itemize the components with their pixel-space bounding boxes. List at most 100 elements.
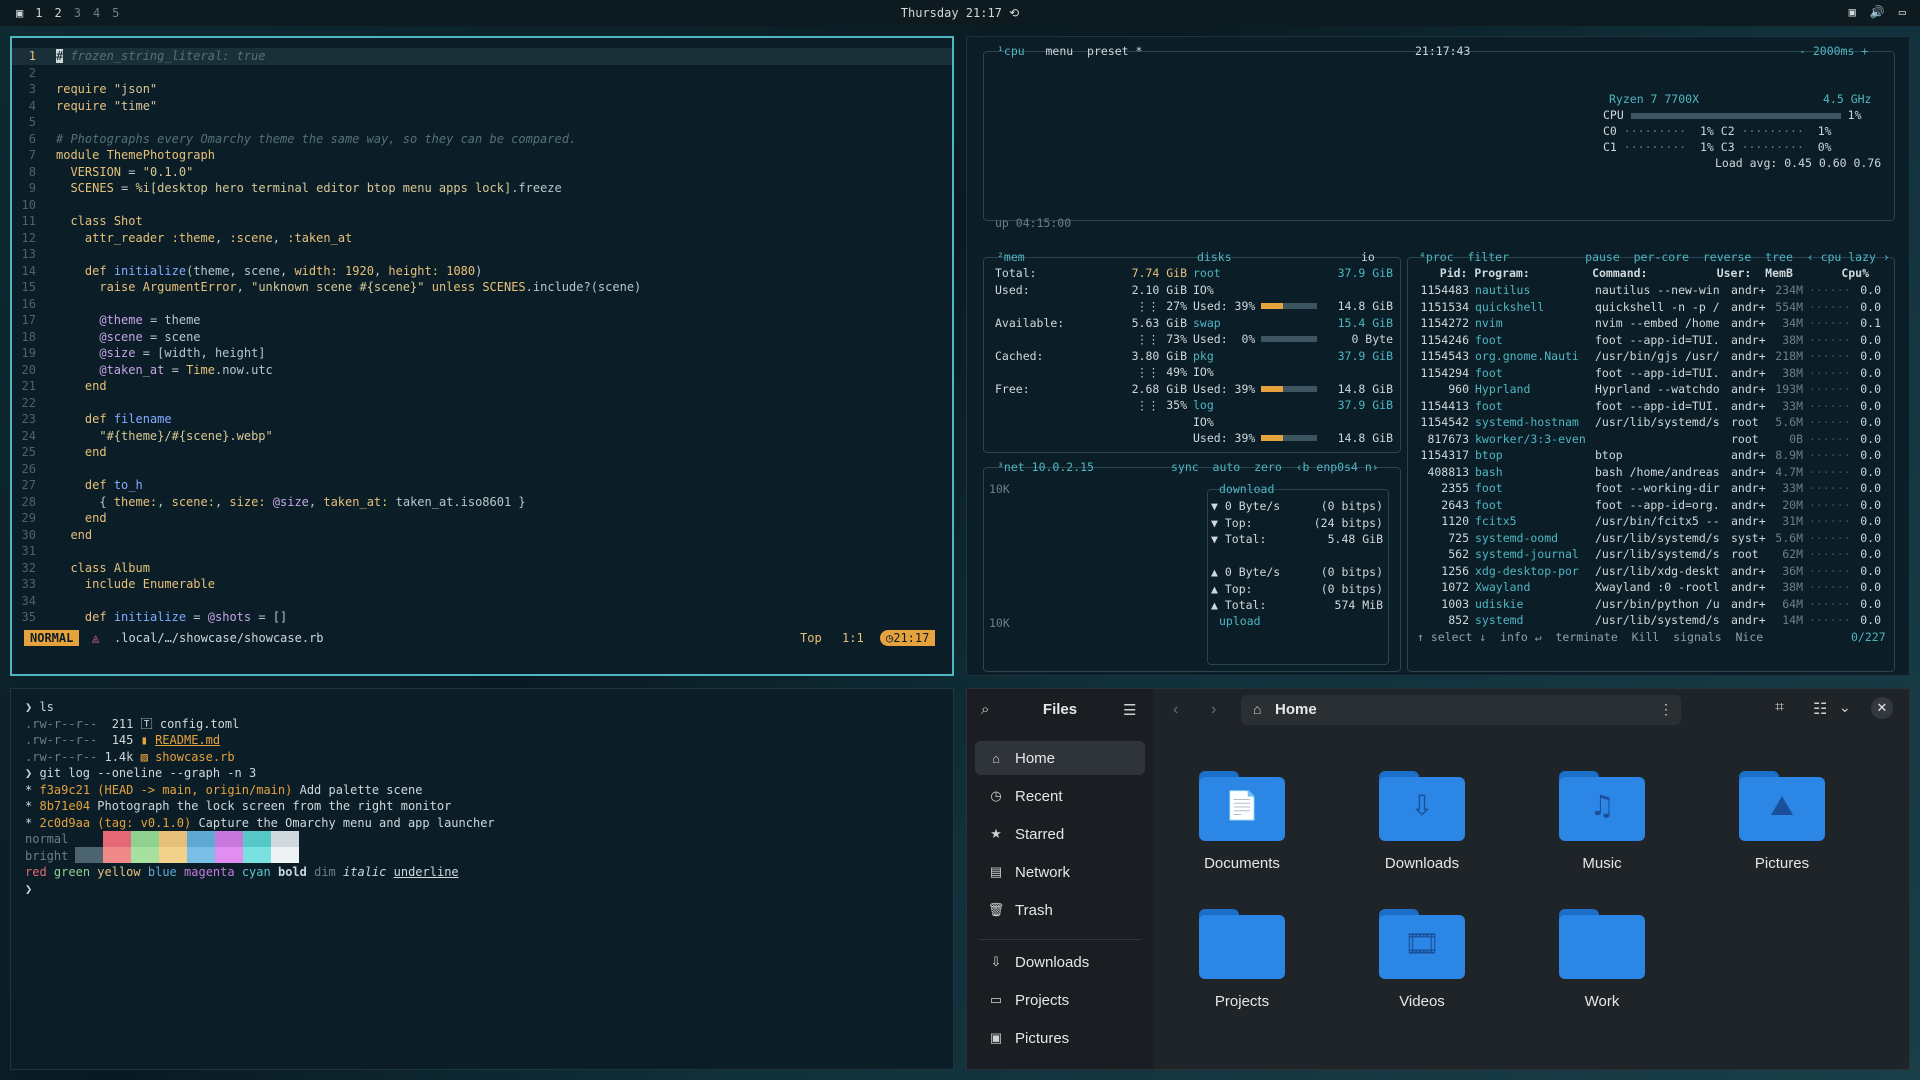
code-line[interactable]: 21 end — [12, 378, 952, 395]
code-line[interactable]: 25 end — [12, 444, 952, 461]
code-line[interactable]: 27 def to_h — [12, 477, 952, 494]
table-row[interactable]: 1154542 systemd-hostnam/usr/lib/systemd/s… — [1413, 414, 1893, 430]
more-icon[interactable]: ⋮ — [1659, 701, 1673, 718]
clock[interactable]: Thursday 21:17 ⟲ — [0, 6, 1920, 20]
table-row[interactable]: 960 Hyprland Hyprland --watchdo andr+ 193M ··… — [1413, 381, 1893, 397]
code-line[interactable]: 7 module ThemePhotograph — [12, 147, 952, 164]
io-toggle[interactable]: io — [1361, 249, 1375, 266]
folder-work[interactable]: Work — [1537, 909, 1667, 1010]
folder-downloads[interactable]: ⇩ Downloads — [1357, 771, 1487, 872]
folder-pictures[interactable]: ⛰ Pictures — [1717, 771, 1847, 872]
table-row[interactable]: 1154483 nautilus nautilus --new-win andr+ 23… — [1413, 282, 1893, 298]
code-line[interactable]: 10 — [12, 197, 952, 214]
code-line[interactable]: 12 attr_reader :theme, :scene, :taken_at — [12, 230, 952, 247]
volume-icon[interactable]: 🔊 — [1870, 5, 1885, 19]
table-row[interactable]: 1154413 foot foot --app-id=TUI. andr+ 33M ···… — [1413, 398, 1893, 414]
code-line[interactable]: 26 — [12, 461, 952, 478]
table-row[interactable]: 1003 udiskie/usr/bin/python /u andr+ 64M ···… — [1413, 596, 1893, 612]
table-row[interactable]: 562 systemd-journal/usr/lib/systemd/s root… — [1413, 546, 1893, 562]
table-cell: foot --app-id=TUI. — [1595, 398, 1720, 413]
code-line[interactable]: 35 def initialize = @shots = [] — [12, 609, 952, 626]
code-line[interactable]: 8 VERSION = "0.1.0" — [12, 164, 952, 181]
code-line[interactable]: 23 def filename — [12, 411, 952, 428]
code-line[interactable]: 30 end — [12, 527, 952, 544]
folder-documents[interactable]: 📄 Documents — [1177, 771, 1307, 872]
table-row[interactable]: 1154317 btop btop andr+ 8.9M ········ 0.0 — [1413, 447, 1893, 463]
table-row[interactable]: 852 systemd/usr/lib/systemd/s andr+ 14M ····… — [1413, 612, 1893, 628]
code-line[interactable]: 31 — [12, 543, 952, 560]
table-row[interactable]: 1154543 org.gnome.Nauti/usr/bin/gjs /usr/… — [1413, 348, 1893, 364]
close-icon[interactable]: ✕ — [1871, 697, 1893, 719]
table-row[interactable]: 1072 Xwayland Xwayland :0 -rootl andr+ 38M ··… — [1413, 579, 1893, 595]
sidebar-item-pictures[interactable]: ▣ Pictures — [975, 1021, 1145, 1055]
code-line[interactable]: 17 @theme = theme — [12, 312, 952, 329]
proc-header[interactable]: ⁴proc filter pause per-core reverse tree… — [1419, 249, 1890, 266]
code-line[interactable]: 18 @scene = scene — [12, 329, 952, 346]
sidebar-item-starred[interactable]: ★ Starred — [975, 817, 1145, 851]
code-line[interactable]: 33 include Enumerable — [12, 576, 952, 593]
camera-icon[interactable]: ⌗ — [1775, 699, 1784, 717]
code-line[interactable]: 28 { theme:, scene:, size: @size, taken_… — [12, 494, 952, 511]
display-icon[interactable]: ▭ — [1899, 5, 1906, 19]
table-row[interactable]: 408813 bash bash /home/andreas andr+ 4.7M ···… — [1413, 464, 1893, 480]
code-line[interactable]: 32 class Album — [12, 560, 952, 577]
table-cell: andr+ — [1731, 464, 1766, 479]
table-row[interactable]: 725 systemd-oomd/usr/lib/systemd/s syst+ 5.… — [1413, 530, 1893, 546]
code-line[interactable]: 5 — [12, 114, 952, 131]
code-line[interactable]: 14 def initialize(theme, scene, width: 1… — [12, 263, 952, 280]
code-line[interactable]: 11 class Shot — [12, 213, 952, 230]
forward-button[interactable]: › — [1211, 701, 1216, 719]
code-line[interactable]: 3 require "json" — [12, 81, 952, 98]
table-row[interactable]: 817673 kworker/3:3-even root 0B ········ 0.0 — [1413, 431, 1893, 447]
code-line[interactable]: 2 — [12, 65, 952, 82]
btop-window[interactable]: ¹cpu menu preset * 21:17:43 - 2000ms + R… — [966, 36, 1910, 676]
list-view-icon[interactable]: ☷ — [1813, 699, 1827, 719]
folder-music[interactable]: ♫ Music — [1537, 771, 1667, 872]
table-row[interactable]: 1154294 foot foot --app-id=TUI. andr+ 38M ···… — [1413, 365, 1893, 381]
code-line[interactable]: 6 # Photographs every Omarchy theme the s… — [12, 131, 952, 148]
update-interval[interactable]: - 2000ms + — [1799, 43, 1868, 60]
location-text: Home — [1275, 701, 1317, 718]
folder-projects[interactable]: Projects — [1177, 909, 1307, 1010]
code-line[interactable]: 19 @size = [width, height] — [12, 345, 952, 362]
back-button[interactable]: ‹ — [1173, 701, 1178, 719]
code-line[interactable]: 24 "#{theme}/#{scene}.webp" — [12, 428, 952, 445]
table-row[interactable]: 2643 foot foot --app-id=org. andr+ 20M ······… — [1413, 497, 1893, 513]
sidebar-item-home[interactable]: ⌂ Home — [975, 741, 1145, 775]
files-window[interactable]: ⌕ Files ☰ ⌂ Home ◷ Recent ★ Starred ▤ Network 🗑 T… — [966, 688, 1910, 1070]
code-line[interactable]: 29 end — [12, 510, 952, 527]
code-line[interactable]: 20 @taken_at = Time.now.utc — [12, 362, 952, 379]
code-line[interactable]: 13 — [12, 246, 952, 263]
table-row[interactable]: 1154246 foot foot --app-id=TUI. andr+ 38M ···… — [1413, 332, 1893, 348]
menu-icon[interactable]: ☰ — [1123, 701, 1136, 719]
code-line[interactable]: 1 # frozen_string_literal: true — [12, 48, 952, 65]
table-row[interactable]: 1120 fcitx5/usr/bin/fcitx5 -- andr+ 31M ····… — [1413, 513, 1893, 529]
code-line[interactable]: 16 — [12, 296, 952, 313]
proc-footer[interactable]: ↑ select ↓ info ↵ terminate Kill signals… — [1417, 629, 1763, 646]
sidebar-item-projects[interactable]: ▭ Projects — [975, 983, 1145, 1017]
table-row[interactable]: 2355 foot foot --working-dir andr+ 33M ······… — [1413, 480, 1893, 496]
code-line[interactable]: 4 require "time" — [12, 98, 952, 115]
terminal-window[interactable]: ❯ ls .rw-r--r-- 211 🅃 config.toml .rw-r--r… — [10, 688, 954, 1070]
code-line[interactable]: 34 — [12, 593, 952, 610]
net-options[interactable]: sync auto zero ‹b enp0s4 n› — [1171, 459, 1379, 476]
chevron-down-icon[interactable]: ⌄ — [1839, 699, 1851, 716]
table-cell: 1256 — [1441, 563, 1469, 578]
sidebar-item-recent[interactable]: ◷ Recent — [975, 779, 1145, 813]
folder-videos[interactable]: 🎞 Videos — [1357, 909, 1487, 1010]
line-number: 10 — [21, 197, 36, 212]
table-row[interactable]: 1154272 nvim nvim --embed /home andr+ 34M ···… — [1413, 315, 1893, 331]
sidebar-item-network[interactable]: ▤ Network — [975, 855, 1145, 889]
nvim-window[interactable]: 1 # frozen_string_literal: true 2 3 require … — [10, 36, 954, 676]
table-row[interactable]: 1256 xdg-desktop-por/usr/lib/xdg-deskt and… — [1413, 563, 1893, 579]
sidebar-item-trash[interactable]: 🗑 Trash — [975, 893, 1145, 927]
code-line[interactable]: 9 SCENES = %i[desktop hero terminal edit… — [12, 180, 952, 197]
table-row[interactable]: 1151534 quickshell quickshell -n -p / andr+… — [1413, 299, 1893, 315]
screen-icon[interactable]: ▣ — [1849, 5, 1856, 19]
code-line[interactable]: 22 — [12, 395, 952, 412]
code-line[interactable]: 15 raise ArgumentError, "unknown scene #… — [12, 279, 952, 296]
location-bar[interactable]: ⌂ Home ⋮ — [1241, 695, 1681, 725]
menu-button[interactable]: menu — [1045, 44, 1073, 58]
sidebar-item-downloads[interactable]: ⇩ Downloads — [975, 945, 1145, 979]
preset-button[interactable]: preset * — [1087, 44, 1142, 58]
